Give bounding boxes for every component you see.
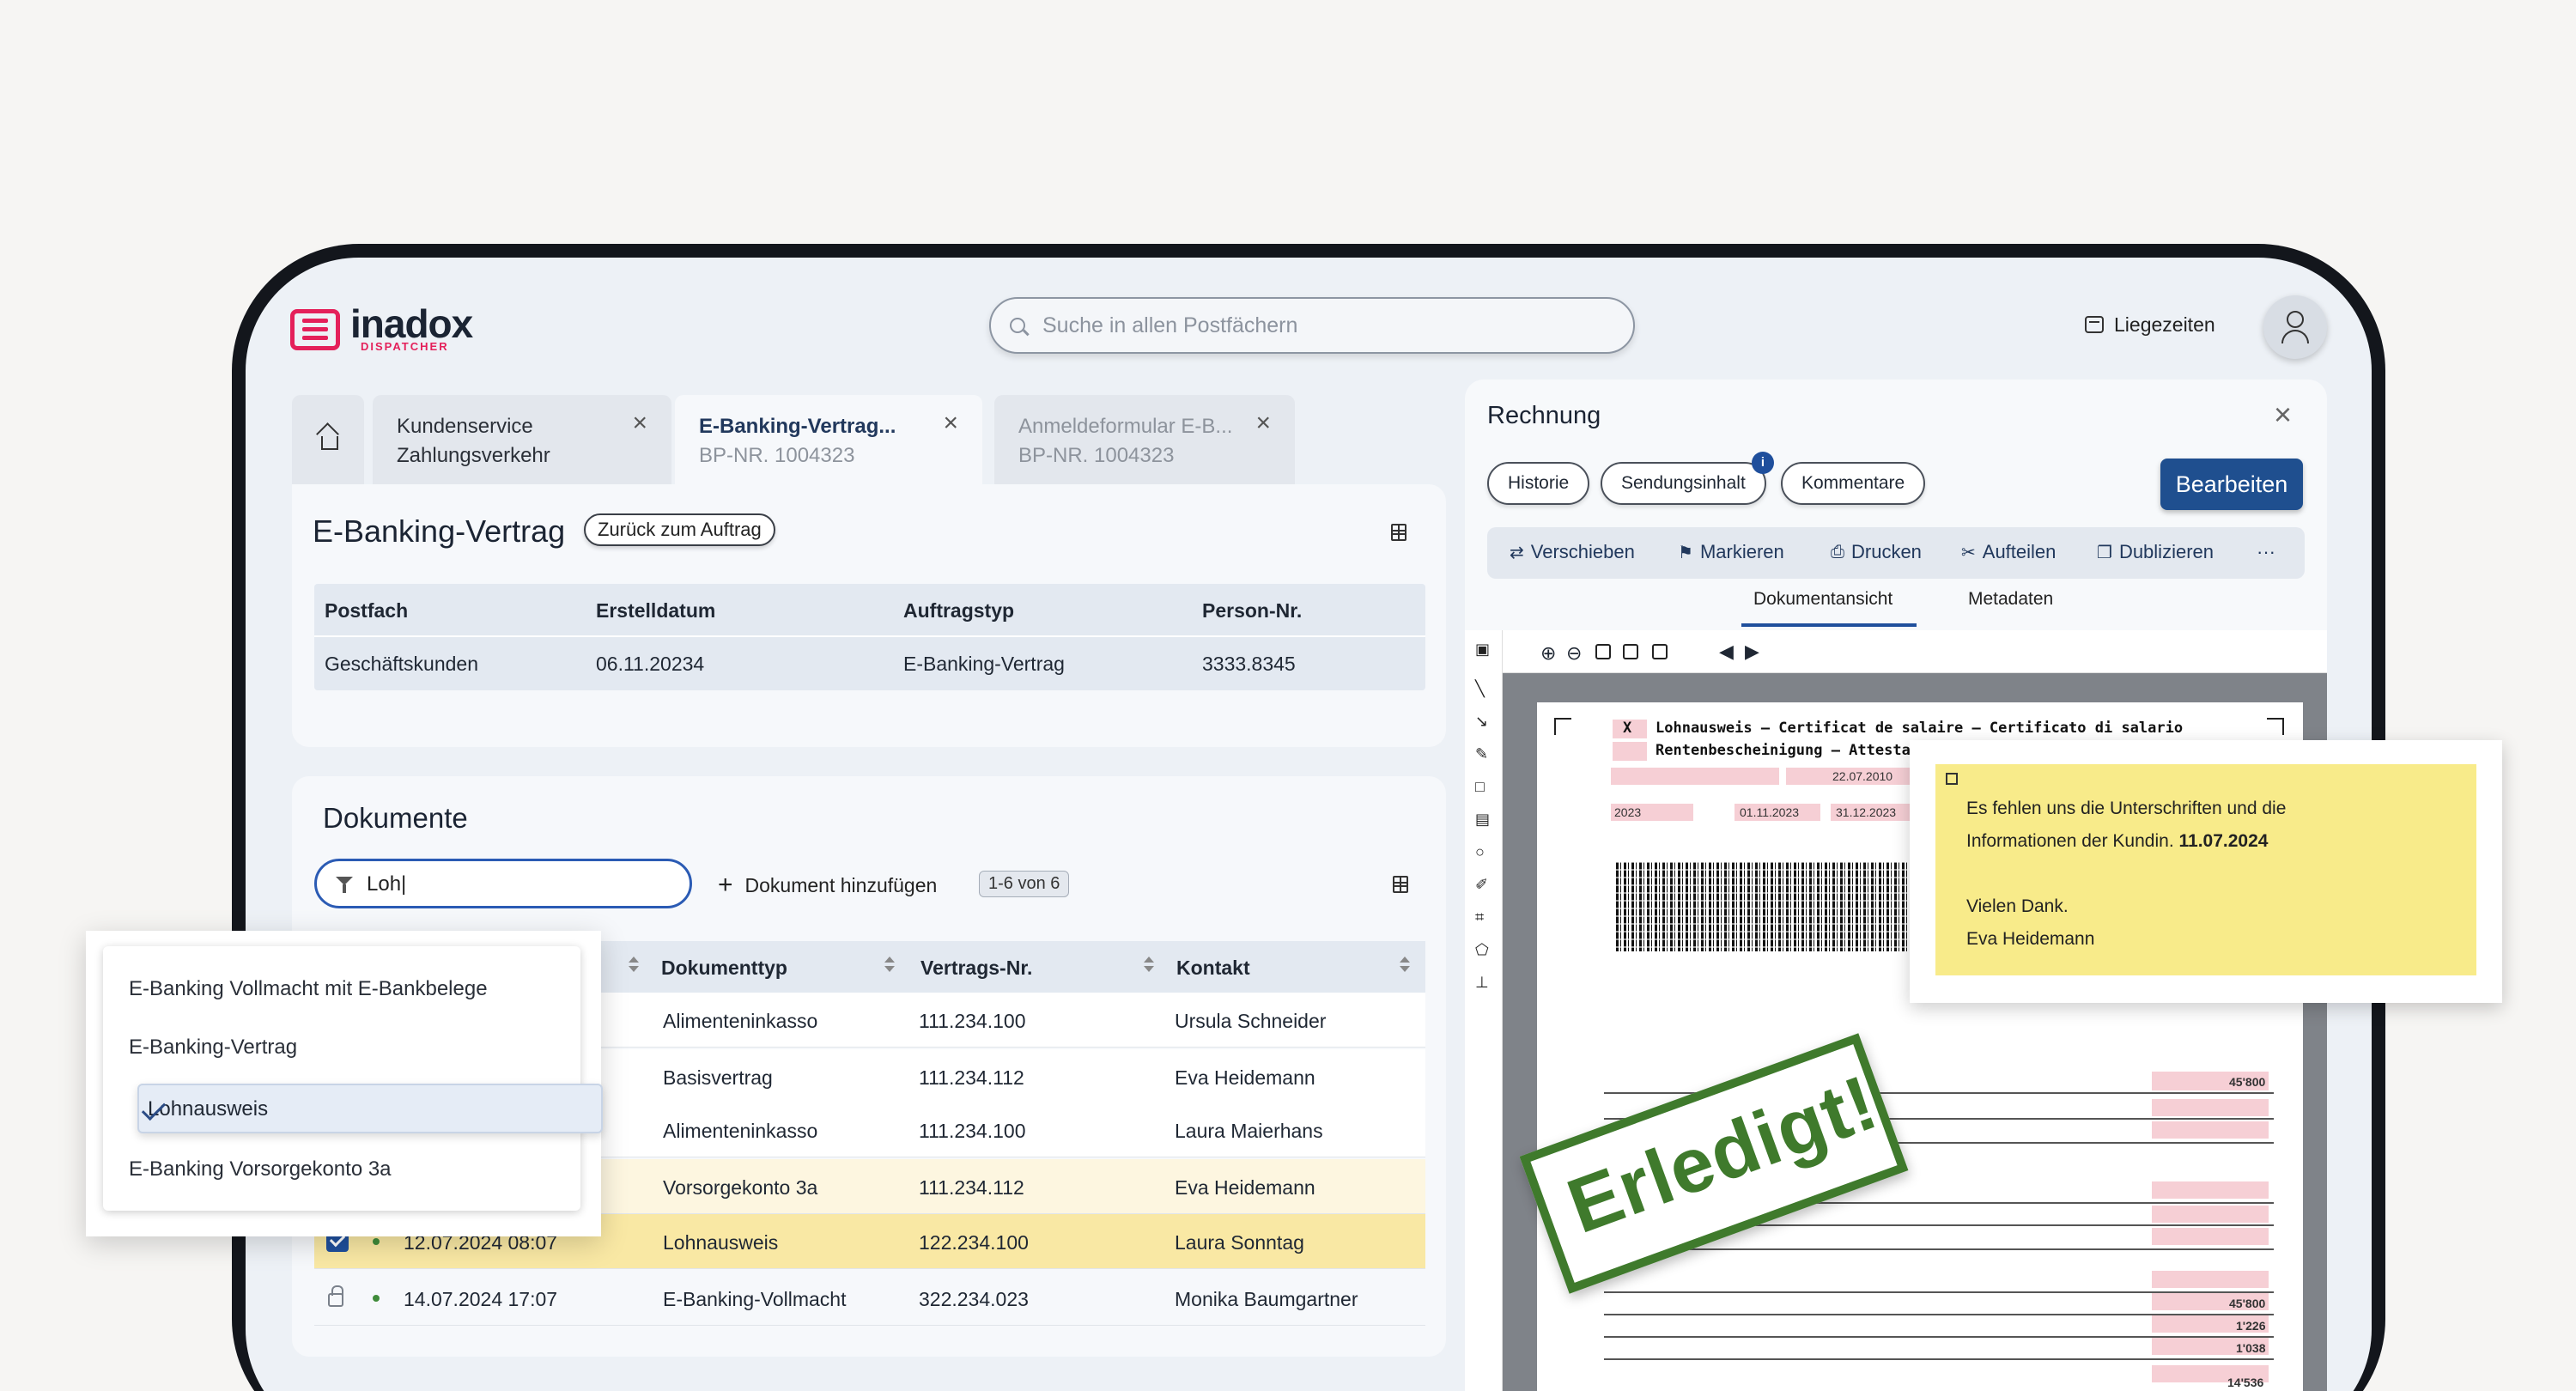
flag-icon: ⚑ — [1678, 543, 1693, 562]
tab-home[interactable] — [292, 395, 364, 486]
mark-button[interactable]: ⚑ Markieren — [1678, 541, 1784, 563]
note-checkbox[interactable] — [1946, 773, 1958, 785]
app-logo[interactable]: inadox DISPATCHER — [290, 301, 548, 354]
comments-button[interactable]: Kommentare — [1781, 462, 1926, 505]
documents-title: Dokumente — [323, 802, 468, 834]
next-page-icon[interactable]: ▶ — [1745, 641, 1759, 663]
status-dot — [373, 1238, 380, 1245]
rotate-left-icon[interactable] — [1595, 644, 1611, 659]
table-row[interactable]: 14.07.2024 17:07 E-Banking-Vollmacht 322… — [314, 1271, 1425, 1326]
history-button[interactable]: Historie — [1487, 462, 1590, 505]
page-icon[interactable] — [1652, 644, 1668, 659]
tab-kundenservice[interactable]: Kundenservice Zahlungsverkehr × — [373, 395, 671, 486]
info-badge: i — [1752, 452, 1774, 474]
annotation-toolbar: ▣ ╲ ↘ ✎ □ ▤ ○ ✐ ⌗ ⬠ ⊥ — [1465, 630, 1503, 1391]
arrow-icon[interactable]: ↘ — [1475, 713, 1492, 730]
move-button[interactable]: ⇄ Verschieben — [1510, 541, 1635, 563]
sticky-note[interactable]: Es fehlen uns die Unterschriften und die… — [1935, 764, 2476, 975]
logo-icon — [290, 309, 340, 350]
barcode — [1616, 862, 1908, 951]
duplicate-button[interactable]: ❐ Dublizieren — [2097, 541, 2214, 563]
scissors-icon: ✂ — [1961, 543, 1976, 562]
status-dot — [373, 1295, 380, 1302]
home-icon — [318, 431, 338, 450]
close-icon[interactable]: × — [1255, 410, 1271, 436]
previous-page-icon[interactable]: ◀ — [1719, 641, 1734, 663]
invoice-title: Rechnung — [1487, 402, 1601, 429]
more-button[interactable]: ··· — [2257, 541, 2275, 563]
pen-icon[interactable]: ✎ — [1475, 745, 1492, 762]
polygon-icon[interactable]: ⬠ — [1475, 941, 1492, 958]
dropdown-option[interactable]: E-Banking-Vertrag — [129, 1036, 297, 1060]
tab-metadata[interactable]: Metadaten — [1968, 589, 2053, 610]
select-icon[interactable]: ▣ — [1475, 641, 1492, 658]
lock-icon — [328, 1285, 343, 1307]
crop-icon[interactable]: ⌗ — [1475, 908, 1492, 926]
copy-icon: ❐ — [2097, 543, 2112, 562]
zoom-out-icon[interactable]: ⊖ — [1566, 642, 1582, 665]
dropdown-option-selected[interactable]: Lohnausweis — [137, 1084, 603, 1133]
table-row: Geschäftskunden 06.11.20234 E-Banking-Ve… — [325, 653, 1296, 675]
plus-icon: + — [718, 871, 733, 899]
columns-icon[interactable] — [1391, 524, 1406, 541]
calendar-icon — [2085, 316, 2104, 333]
user-avatar[interactable] — [2263, 295, 2327, 359]
zoom-in-icon[interactable]: ⊕ — [1540, 642, 1556, 665]
contract-title: E-Banking-Vertrag — [313, 513, 566, 549]
add-document-button[interactable]: + Dokument hinzufügen — [718, 871, 937, 900]
filter-input[interactable] — [367, 870, 667, 899]
contract-table: Postfach Erstelldatum Auftragstyp Person… — [314, 584, 1425, 690]
dropdown-option[interactable]: E-Banking Vollmacht mit E-Bankbelege — [129, 977, 488, 1001]
result-count: 1-6 von 6 — [979, 871, 1070, 897]
tab-anmeldeformular[interactable]: Anmeldeformular E-B... BP-NR. 1004323 × — [994, 395, 1295, 486]
close-icon[interactable]: × — [943, 410, 958, 436]
tab-document-view[interactable]: Dokumentansicht — [1753, 589, 1893, 610]
search-input[interactable] — [1042, 307, 1609, 343]
edit-button[interactable]: Bearbeiten — [2160, 459, 2303, 510]
rotate-right-icon[interactable] — [1623, 644, 1638, 659]
print-button[interactable]: ⎙ Drucken — [1831, 541, 1922, 563]
document-type-dropdown: E-Banking Vollmacht mit E-Bankbelege E-B… — [103, 946, 580, 1211]
printer-icon: ⎙ — [1831, 542, 1844, 562]
stamp-icon[interactable]: ⊥ — [1475, 974, 1492, 991]
highlighter-icon[interactable]: ✐ — [1475, 876, 1492, 893]
rectangle-icon[interactable]: □ — [1475, 778, 1492, 795]
split-button[interactable]: ✂ Aufteilen — [1961, 541, 2056, 563]
action-toolbar: ⇄ Verschieben ⚑ Markieren ⎙ Drucken ✂ Auftei… — [1487, 527, 2305, 579]
note-icon[interactable]: ▤ — [1475, 811, 1492, 828]
viewer-toolbar: ⊕ ⊖ ◀ ▶ — [1465, 630, 2327, 673]
document-filter[interactable] — [314, 859, 692, 908]
close-icon[interactable]: × — [2274, 397, 2292, 433]
global-search[interactable] — [989, 297, 1635, 354]
corner-mark — [1554, 718, 1571, 735]
close-icon[interactable]: × — [632, 410, 647, 436]
dropdown-option[interactable]: E-Banking Vorsorgekonto 3a — [129, 1157, 392, 1181]
tab-e-banking-vertrag[interactable]: E-Banking-Vertrag... BP-NR. 1004323 × — [675, 395, 982, 489]
back-to-order-button[interactable]: Zurück zum Auftrag — [584, 513, 775, 546]
filter-icon — [336, 877, 353, 893]
active-tab-indicator — [1741, 623, 1917, 627]
ellipse-icon[interactable]: ○ — [1475, 843, 1492, 860]
liegezeiten-button[interactable]: Liegezeiten — [2085, 311, 2215, 338]
user-icon — [2287, 311, 2304, 328]
search-icon — [1010, 318, 1025, 333]
move-icon: ⇄ — [1510, 543, 1524, 562]
columns-icon[interactable] — [1393, 876, 1408, 893]
corner-mark — [2267, 718, 2284, 735]
line-icon[interactable]: ╲ — [1475, 680, 1492, 697]
shipment-content-button[interactable]: Sendungsinhalt — [1601, 462, 1766, 505]
